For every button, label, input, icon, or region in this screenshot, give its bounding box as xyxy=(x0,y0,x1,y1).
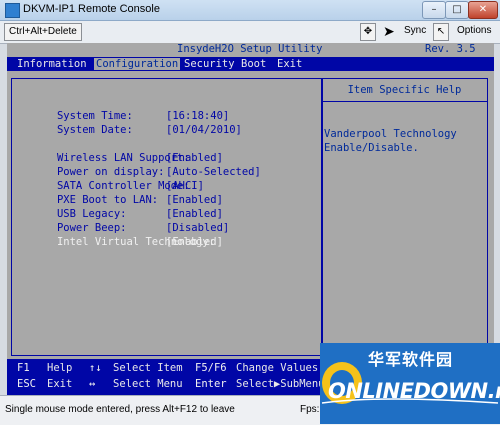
key-esc: ESC xyxy=(17,378,36,390)
cursor-mode-icon[interactable]: ↖ xyxy=(433,23,449,41)
bios-header: InsydeH2O Setup Utility Rev. 3.5 xyxy=(7,43,494,56)
key-enter-desc: Select▶SubMenu xyxy=(236,378,325,390)
key-leftright: ↔ xyxy=(89,378,96,390)
minimize-button[interactable]: – xyxy=(422,1,446,19)
watermark-english: ONLINEDOWN.net xyxy=(328,379,500,403)
bios-revision: Rev. 3.5 xyxy=(425,43,476,55)
bios-menu-security[interactable]: Security xyxy=(184,58,235,70)
fps-label: Fps: xyxy=(300,404,320,415)
key-f1-desc: Help xyxy=(47,362,73,374)
setting-intel-virtualization[interactable]: Intel Virtual Technology: [Enabled] xyxy=(19,224,223,260)
help-text: Vanderpool Technology Enable/Disable. xyxy=(324,128,457,154)
key-enter: Enter xyxy=(195,378,227,390)
close-button[interactable]: ✕ xyxy=(468,1,498,19)
setting-value[interactable]: [Enabled] xyxy=(166,152,223,164)
key-f5f6: F5/F6 xyxy=(195,362,227,374)
console-toolbar: Ctrl+Alt+Delete ✥ ➤ Sync ↖ Options xyxy=(0,21,500,44)
watermark: 华军软件园 ONLINEDOWN.net xyxy=(320,343,500,424)
key-updown-desc: Select Item xyxy=(113,362,183,374)
key-f5f6-desc: Change Values xyxy=(236,362,319,374)
key-f1: F1 xyxy=(17,362,30,374)
help-title: Item Specific Help xyxy=(322,79,487,102)
status-message: Single mouse mode entered, press Alt+F12… xyxy=(5,404,235,415)
app-icon xyxy=(5,3,20,18)
maximize-button[interactable]: □ xyxy=(445,1,469,19)
help-panel: Item Specific Help Vanderpool Technology… xyxy=(321,78,488,356)
options-button[interactable]: Options xyxy=(457,25,491,36)
window-title: DKVM-IP1 Remote Console xyxy=(23,3,160,15)
mouse-pointer-icon[interactable]: ➤ xyxy=(383,24,395,40)
setting-value[interactable]: [Enabled] xyxy=(166,208,223,220)
key-leftright-desc: Select Menu xyxy=(113,378,183,390)
bios-menubar: Information Configuration Security Boot … xyxy=(7,57,494,71)
key-updown: ↑↓ xyxy=(89,362,102,374)
sync-button[interactable]: Sync xyxy=(404,25,426,36)
window-titlebar: DKVM-IP1 Remote Console – □ ✕ xyxy=(0,0,500,21)
key-esc-desc: Exit xyxy=(47,378,73,390)
setting-label: System Date: xyxy=(56,124,133,136)
fit-screen-icon[interactable]: ✥ xyxy=(360,23,376,41)
setting-value[interactable]: [Enabled] xyxy=(166,194,223,206)
bios-menu-information[interactable]: Information xyxy=(17,58,87,70)
bios-menu-exit[interactable]: Exit xyxy=(277,58,302,70)
setting-value[interactable]: [01/04/2010] xyxy=(166,124,242,136)
bios-title: InsydeH2O Setup Utility xyxy=(177,43,323,55)
setting-value[interactable]: [Enabled] xyxy=(166,236,223,248)
setting-value[interactable]: [16:18:40] xyxy=(166,110,229,122)
bios-menu-boot[interactable]: Boot xyxy=(241,58,266,70)
watermark-chinese: 华军软件园 xyxy=(368,350,454,369)
ctrl-alt-delete-button[interactable]: Ctrl+Alt+Delete xyxy=(4,23,82,41)
setting-value[interactable]: [AHCI] xyxy=(166,180,204,192)
settings-panel: System Time: [16:18:40] System Date: [01/0… xyxy=(11,78,323,356)
bios-menu-configuration[interactable]: Configuration xyxy=(94,58,181,70)
